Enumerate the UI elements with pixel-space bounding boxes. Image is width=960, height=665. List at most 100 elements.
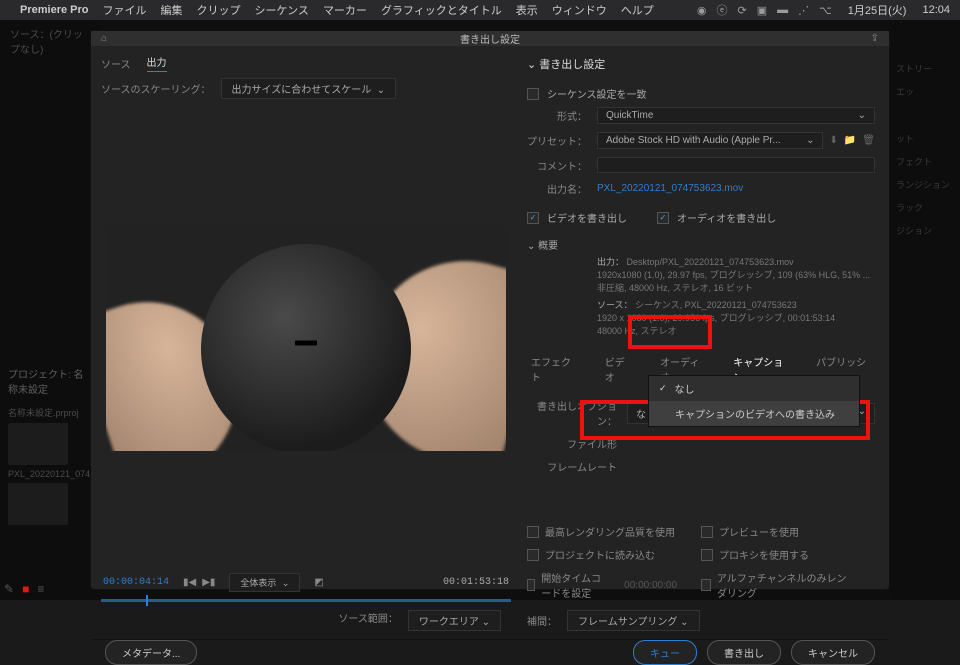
project-file[interactable]: 名称未設定.prproj (8, 406, 92, 419)
summary-source-label: ソース： (597, 300, 633, 310)
color-swatch[interactable]: ■ (22, 582, 29, 596)
sync-icon[interactable]: ⟳ (737, 4, 746, 17)
app-name[interactable]: Premiere Pro (20, 4, 88, 16)
proxy-checkbox[interactable] (701, 549, 713, 561)
caption-option-menu: なし キャプションのビデオへの書き込み (648, 375, 860, 427)
clip-name[interactable]: PXL_20220121_074753623 (8, 469, 92, 479)
export-button[interactable]: 書き出し (707, 640, 781, 665)
menu-view[interactable]: 表示 (516, 2, 538, 18)
dialog-titlebar[interactable]: ⌂ 書き出し設定 ⇪ (91, 31, 889, 46)
menu-clip[interactable]: クリップ (196, 2, 240, 18)
zoom-dropdown[interactable]: 全体表示 ⌄ (229, 573, 300, 592)
summary-label: 概要 (538, 241, 558, 252)
menu-sequence[interactable]: シーケンス (254, 2, 308, 18)
caption-file-label: ファイル形 (527, 436, 627, 451)
cancel-button[interactable]: キャンセル (791, 640, 875, 665)
panel-tab[interactable]: エッ (896, 85, 954, 98)
panel-tab[interactable]: ストリー (896, 62, 954, 75)
export-video-checkbox[interactable] (527, 212, 539, 224)
menu-help[interactable]: ヘルプ (621, 2, 654, 18)
panel-tab[interactable]: ット (896, 132, 954, 145)
tab-effect[interactable]: エフェクト (527, 352, 581, 386)
project-title: プロジェクト: 名称未設定 (0, 360, 100, 402)
pen-icon[interactable]: ✎ (4, 582, 14, 596)
summary-line: Desktop/PXL_20220121_074753623.mov (627, 257, 794, 267)
record-icon[interactable]: ◉ (697, 4, 707, 17)
output-name-label: 出力名： (527, 181, 597, 196)
panel-tab[interactable]: ランジション (896, 178, 954, 191)
maxq-checkbox[interactable] (527, 526, 539, 538)
format-dropdown[interactable]: QuickTime⌄ (597, 107, 875, 124)
comment-input[interactable] (597, 157, 875, 173)
metadata-button[interactable]: メタデータ... (105, 640, 197, 665)
starttc-checkbox[interactable] (527, 579, 535, 591)
menubar-tray: ◉ ⓔ ⟳ ▣ ▬ ⋰ ⌥ 1月25日(火) 12:04 (697, 2, 950, 18)
tab-source[interactable]: ソース (101, 56, 131, 71)
scaling-dropdown[interactable]: 出力サイズに合わせてスケール ⌄ (221, 78, 397, 99)
summary-line: 非圧縮, 48000 Hz, ステレオ, 16 ビット (597, 283, 753, 293)
menu-file[interactable]: ファイル (102, 2, 146, 18)
caption-option-label: 書き出しオプション： (527, 398, 627, 428)
preview-monitor[interactable] (106, 226, 506, 451)
caption-option-none[interactable]: なし (649, 376, 859, 401)
home-icon[interactable]: ⌂ (101, 33, 107, 44)
bin-thumb-2[interactable] (8, 483, 68, 525)
preview-checkbox[interactable] (701, 526, 713, 538)
preset-save-icon[interactable]: ⬇ (829, 135, 837, 146)
tab-video[interactable]: ビデオ (601, 352, 636, 386)
bin-thumb-1[interactable] (8, 423, 68, 465)
tool-icons: ✎ ■ ≡ (4, 582, 44, 596)
menu-graphics[interactable]: グラフィックとタイトル (381, 2, 502, 18)
settings-pane: ⌄ 書き出し設定 シーケンス設定を一致 形式： QuickTime⌄ プリセット… (521, 46, 889, 639)
source-range-label: ソース範囲： (338, 610, 398, 631)
share-icon[interactable]: ⇪ (871, 33, 879, 44)
alpha-checkbox[interactable] (701, 579, 711, 591)
project-panel: プロジェクト: 名称未設定 名称未設定.prproj PXL_20220121_… (0, 360, 100, 600)
summary-line: シーケンス, PXL_20220121_074753623 (635, 300, 797, 310)
menu-edit[interactable]: 編集 (160, 2, 182, 18)
settings-heading: ⌄ 書き出し設定 (527, 56, 875, 72)
caption-option-burnin[interactable]: キャプションのビデオへの書き込み (649, 401, 859, 426)
summary-line: 1920 x 1080 (1.0), 29.956 fps, プログレッシブ, … (597, 313, 835, 323)
caption-framerate-label: フレームレート (527, 459, 627, 474)
control-center-icon[interactable]: ⌥ (819, 4, 832, 17)
match-sequence-label: シーケンス設定を一致 (547, 86, 647, 101)
output-name-link[interactable]: PXL_20220121_074753623.mov (597, 183, 743, 194)
menubar: Premiere Pro ファイル 編集 クリップ シーケンス マーカー グラフ… (0, 0, 960, 20)
export-audio-checkbox[interactable] (657, 212, 669, 224)
preset-delete-icon[interactable]: 🗑 (862, 135, 875, 146)
import-checkbox[interactable] (527, 549, 539, 561)
panel-tab[interactable]: ジション (896, 224, 954, 237)
export-settings-dialog: ⌂ 書き出し設定 ⇪ ソース 出力 ソースのスケーリング： 出力サイズに合わせて… (90, 30, 890, 590)
cc-icon[interactable]: ⓔ (716, 2, 727, 18)
menu-marker[interactable]: マーカー (323, 2, 367, 18)
wifi-icon[interactable]: ⋰ (798, 4, 809, 17)
export-video-label: ビデオを書き出し (547, 210, 627, 225)
menu-window[interactable]: ウィンドウ (552, 2, 607, 18)
preset-label: プリセット： (527, 133, 597, 148)
tab-output[interactable]: 出力 (147, 54, 167, 72)
queue-button[interactable]: キュー (633, 640, 697, 665)
source-range-dropdown[interactable]: ワークエリア ⌄ (408, 610, 501, 631)
source-panel-title: ソース：(クリップなし) (0, 20, 100, 62)
battery-icon[interactable]: ▬ (777, 4, 788, 16)
panel-tab[interactable]: ラック (896, 201, 954, 214)
menubar-date[interactable]: 1月25日(火) (848, 2, 907, 18)
panel-tab[interactable]: フェクト (896, 155, 954, 168)
export-audio-label: オーディオを書き出し (677, 210, 776, 225)
workspace: ソース：(クリップなし) 00:00:00:00 プロジェクト: 名称未設定 名… (0, 20, 960, 600)
screen-icon[interactable]: ▣ (757, 4, 767, 17)
summary-output-label: 出力： (597, 257, 624, 267)
preset-import-icon[interactable]: 📁 (844, 135, 856, 146)
playhead-tc[interactable]: 00:00:04:14 (103, 577, 169, 588)
preview-pane: ソース 出力 ソースのスケーリング： 出力サイズに合わせてスケール ⌄ (91, 46, 521, 639)
preset-dropdown[interactable]: Adobe Stock HD with Audio (Apple Pr...⌄ (597, 132, 823, 149)
right-panel-tabs: ストリー エッ ット フェクト ランジション ラック ジション (890, 20, 960, 600)
summary-line: 1920x1080 (1.0), 29.97 fps, プログレッシブ, 109… (597, 270, 870, 280)
interp-dropdown[interactable]: フレームサンプリング ⌄ (567, 610, 700, 631)
match-sequence-checkbox[interactable] (527, 88, 539, 100)
dialog-title: 書き出し設定 (460, 31, 520, 46)
list-icon[interactable]: ≡ (37, 582, 44, 596)
duration-tc: 00:01:53:18 (443, 577, 509, 588)
menubar-time[interactable]: 12:04 (922, 4, 950, 16)
